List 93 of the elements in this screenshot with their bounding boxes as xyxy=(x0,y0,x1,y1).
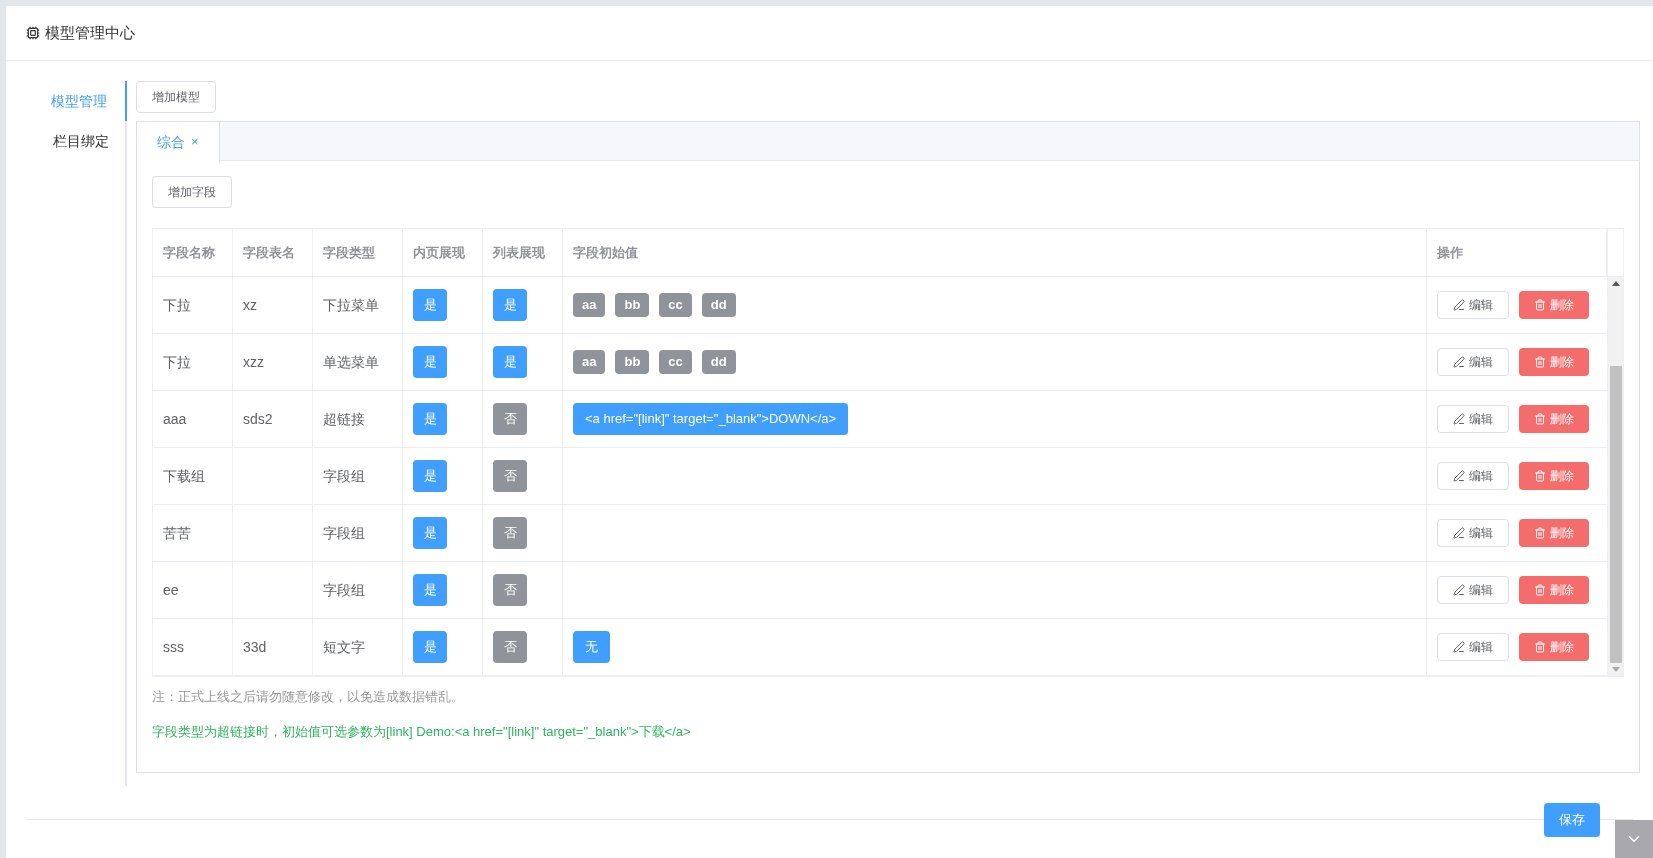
pen-icon xyxy=(1453,470,1465,482)
table-cell: 下载组 xyxy=(153,448,233,504)
option-tag: bb xyxy=(615,350,650,374)
yes-no-tag: 是 xyxy=(413,403,447,435)
table-cell: sds2 xyxy=(233,391,313,447)
add-model-button[interactable]: 增加模型 xyxy=(136,81,216,113)
value-tag: <a href="[link]" target="_blank">DOWN</a> xyxy=(573,403,849,435)
page-title: 模型管理中心 xyxy=(45,22,135,43)
yes-no-tag: 是 xyxy=(493,289,527,321)
delete-button[interactable]: 删除 xyxy=(1519,405,1589,433)
pen-icon xyxy=(1453,356,1465,368)
table-cell: ee xyxy=(153,562,233,618)
trash-icon xyxy=(1534,584,1546,596)
trash-icon xyxy=(1534,641,1546,653)
scroll-down-button[interactable] xyxy=(1615,820,1653,858)
yes-no-tag: 是 xyxy=(413,346,447,378)
table-cell: xzz xyxy=(233,334,313,390)
yes-no-tag: 否 xyxy=(493,460,527,492)
edit-button[interactable]: 编辑 xyxy=(1437,576,1509,604)
table-cell: 下拉菜单 xyxy=(313,277,403,333)
edit-button[interactable]: 编辑 xyxy=(1437,291,1509,319)
pen-icon xyxy=(1453,584,1465,596)
table-cell: aaa xyxy=(153,391,233,447)
yes-no-tag: 是 xyxy=(413,517,447,549)
yes-no-tag: 是 xyxy=(413,631,447,663)
yes-no-tag: 是 xyxy=(413,289,447,321)
option-tag: cc xyxy=(659,293,692,317)
delete-button[interactable]: 删除 xyxy=(1519,462,1589,490)
delete-button[interactable]: 删除 xyxy=(1519,519,1589,547)
scrollbar[interactable] xyxy=(1608,277,1623,676)
table-cell: 字段组 xyxy=(313,448,403,504)
table-cell: 下拉 xyxy=(153,334,233,390)
pen-icon xyxy=(1453,527,1465,539)
yes-no-tag: 否 xyxy=(493,631,527,663)
column-header: 操作 xyxy=(1427,229,1607,276)
option-tag: dd xyxy=(701,293,736,317)
yes-no-tag: 是 xyxy=(413,574,447,606)
yes-no-tag: 否 xyxy=(493,517,527,549)
table-cell: sss xyxy=(153,619,233,675)
edit-button[interactable]: 编辑 xyxy=(1437,348,1509,376)
tab-label: 综合 xyxy=(157,132,185,152)
scroll-up-icon[interactable] xyxy=(1611,281,1620,286)
option-tag: aa xyxy=(573,293,606,317)
close-icon[interactable]: × xyxy=(191,132,199,152)
yes-no-tag: 是 xyxy=(493,346,527,378)
table-cell: 短文字 xyxy=(313,619,403,675)
column-header: 内页展现 xyxy=(403,229,483,276)
trash-icon xyxy=(1534,356,1546,368)
column-header: 列表展现 xyxy=(483,229,563,276)
add-field-button[interactable]: 增加字段 xyxy=(152,176,232,208)
column-header: 字段类型 xyxy=(313,229,403,276)
delete-button[interactable]: 删除 xyxy=(1519,348,1589,376)
table-cell: 33d xyxy=(233,619,313,675)
table-cell: xz xyxy=(233,277,313,333)
delete-button[interactable]: 删除 xyxy=(1519,576,1589,604)
hint-text: 字段类型为超链接时，初始值可选参数为[link] Demo:<a href="[link]" target="_blank">下载</a> xyxy=(152,722,692,741)
table-cell: 苦苦 xyxy=(153,505,233,561)
sidebar-item[interactable]: 栏目绑定 xyxy=(30,121,127,161)
trash-icon xyxy=(1534,470,1546,482)
trash-icon xyxy=(1534,299,1546,311)
column-header: 字段初始值 xyxy=(563,229,1427,276)
yes-no-tag: 否 xyxy=(493,574,527,606)
chip-icon xyxy=(26,26,40,40)
trash-icon xyxy=(1534,527,1546,539)
value-tag: 无 xyxy=(573,631,610,663)
delete-button[interactable]: 删除 xyxy=(1519,633,1589,661)
option-tag: dd xyxy=(701,350,736,374)
column-header: 字段名称 xyxy=(153,229,233,276)
option-tag: aa xyxy=(573,350,606,374)
tab[interactable]: 综合 × xyxy=(137,122,220,162)
edit-button[interactable]: 编辑 xyxy=(1437,633,1509,661)
option-tag: cc xyxy=(659,350,692,374)
edit-button[interactable]: 编辑 xyxy=(1437,519,1509,547)
yes-no-tag: 是 xyxy=(413,460,447,492)
pen-icon xyxy=(1453,641,1465,653)
edit-button[interactable]: 编辑 xyxy=(1437,405,1509,433)
sidebar-item[interactable]: 模型管理 xyxy=(30,81,127,121)
option-tag: bb xyxy=(615,293,650,317)
trash-icon xyxy=(1534,413,1546,425)
edit-button[interactable]: 编辑 xyxy=(1437,462,1509,490)
column-header: 字段表名 xyxy=(233,229,313,276)
scroll-down-icon[interactable] xyxy=(1611,667,1620,672)
table-cell: 单选菜单 xyxy=(313,334,403,390)
table-cell: 超链接 xyxy=(313,391,403,447)
save-button[interactable]: 保存 xyxy=(1544,803,1600,837)
table-cell: 字段组 xyxy=(313,505,403,561)
table-cell: 下拉 xyxy=(153,277,233,333)
delete-button[interactable]: 删除 xyxy=(1519,291,1589,319)
table-cell: 字段组 xyxy=(313,562,403,618)
yes-no-tag: 否 xyxy=(493,403,527,435)
pen-icon xyxy=(1453,413,1465,425)
pen-icon xyxy=(1453,299,1465,311)
note-text: 注：正式上线之后请勿随意修改，以免造成数据错乱。 xyxy=(152,688,465,706)
